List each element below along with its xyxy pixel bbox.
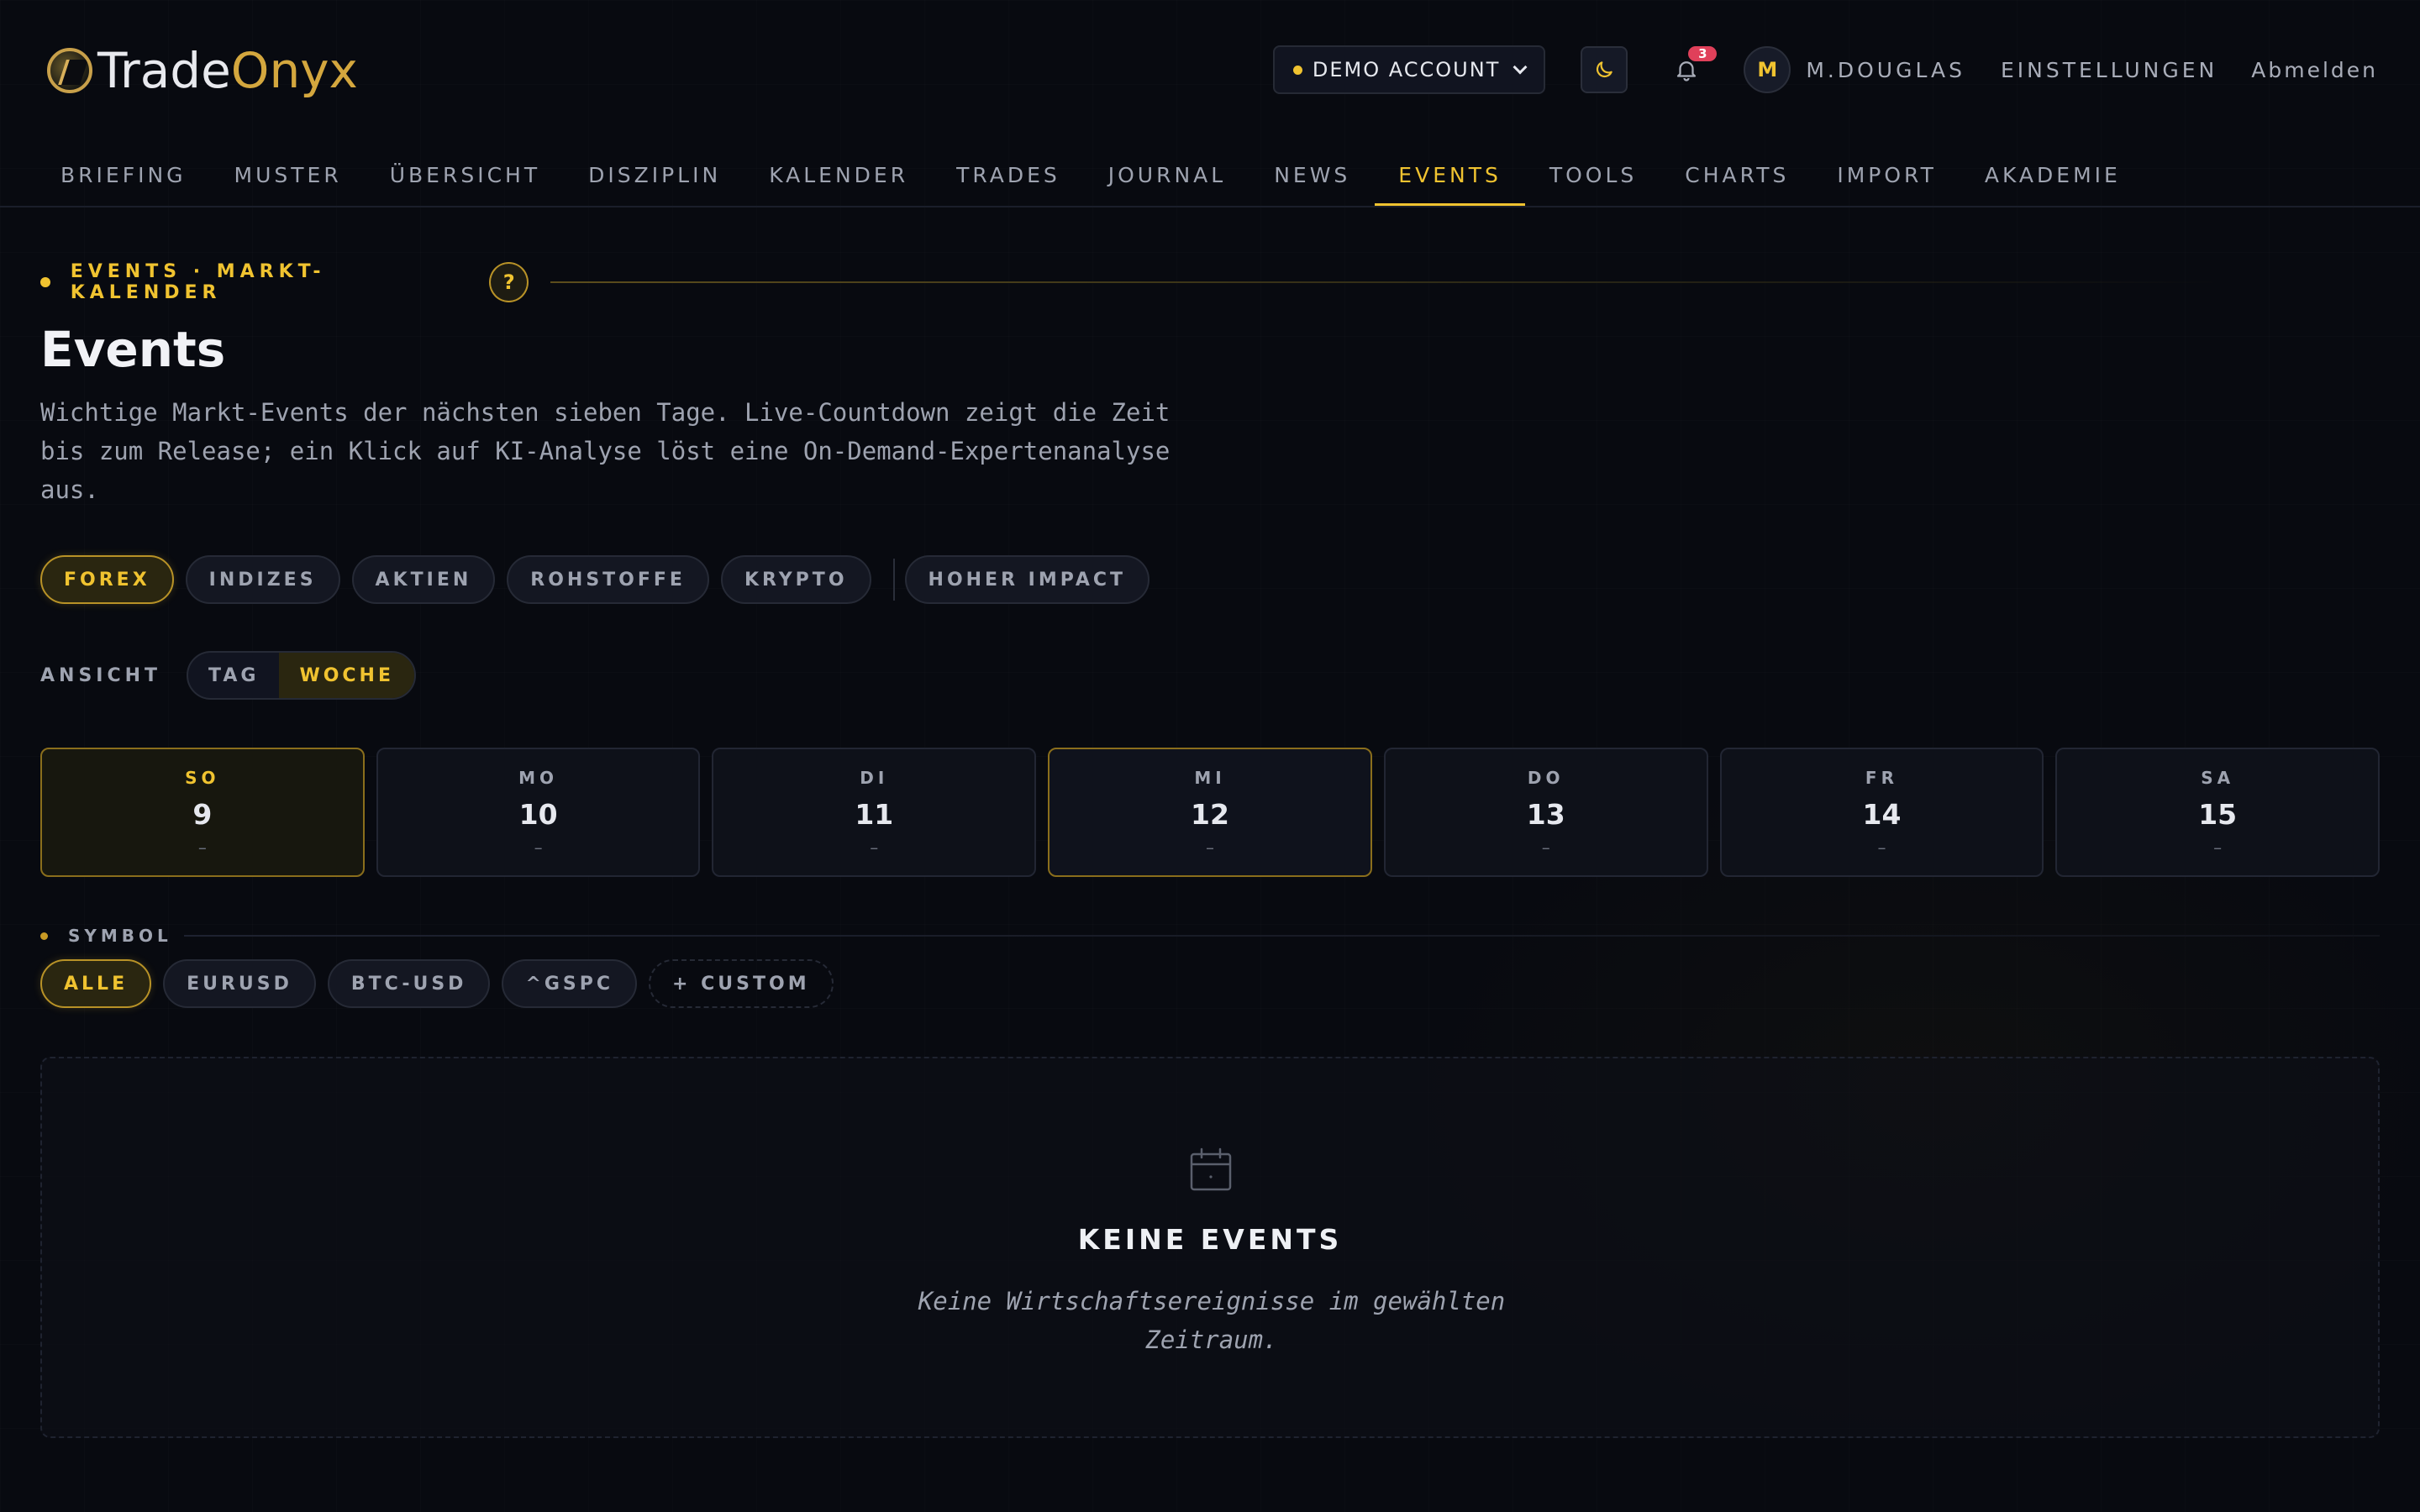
day-event-count: – [2213, 837, 2223, 858]
moon-icon [1597, 61, 1613, 78]
day-card-wed[interactable]: MI 12 – [1048, 748, 1372, 877]
nav-tab-journal[interactable]: JOURNAL [1085, 143, 1249, 207]
symbol-chip-eurusd[interactable]: EURUSD [163, 959, 316, 1008]
week-day-strip: SO 9 – MO 10 – DI 11 – MI 12 – DO 13 – F… [40, 748, 2381, 877]
symbol-chip-all[interactable]: ALLE [40, 959, 152, 1008]
filter-chip-rohstoffe[interactable]: ROHSTOFFE [507, 555, 709, 604]
empty-state-text: Keine Wirtschaftsereignisse im gewählten… [918, 1287, 1506, 1354]
filter-chip-aktien[interactable]: AKTIEN [351, 555, 496, 604]
filter-chip-high-impact[interactable]: HOHER IMPACT [904, 555, 1150, 604]
filter-chip-krypto[interactable]: KRYPTO [720, 555, 871, 604]
view-toggle-row: ANSICHT TAG WOCHE [40, 650, 416, 701]
symbol-dot [40, 932, 48, 940]
symbol-section-header: SYMBOL [40, 924, 2380, 948]
avatar[interactable]: M [1744, 46, 1791, 93]
chevron-down-icon [1512, 60, 1528, 75]
nav-divider [0, 206, 2420, 207]
nav-tab-uebersicht[interactable]: ÜBERSICHT [366, 143, 564, 207]
theme-toggle-button[interactable] [1581, 46, 1628, 93]
main-nav: BRIEFING MUSTER ÜBERSICHT DISZIPLIN KALE… [37, 143, 2145, 207]
day-card-fri[interactable]: FR 14 – [1719, 748, 2044, 877]
account-status-dot [1292, 65, 1302, 75]
notification-badge: 3 [1688, 46, 1718, 61]
day-number: 9 [192, 797, 213, 831]
filter-chip-indizes[interactable]: INDIZES [185, 555, 340, 604]
nav-tab-disziplin[interactable]: DISZIPLIN [565, 143, 744, 207]
symbol-filters: ALLE EURUSD BTC-USD ^GSPC + CUSTOM [40, 958, 845, 1010]
day-number: 15 [2198, 797, 2238, 831]
app-logo[interactable]: TradeOnyx [47, 42, 358, 99]
symbol-label: SYMBOL [68, 926, 172, 946]
day-name: SA [2201, 767, 2235, 788]
symbol-chip-btcusd[interactable]: BTC-USD [327, 959, 491, 1008]
symbol-chip-gspc[interactable]: ^GSPC [502, 959, 638, 1008]
day-card-sun[interactable]: SO 9 – [40, 748, 365, 877]
page-title: Events [40, 321, 226, 378]
day-event-count: – [534, 837, 543, 858]
day-name: FR [1865, 767, 1898, 788]
day-card-thu[interactable]: DO 13 – [1383, 748, 1708, 877]
day-card-mon[interactable]: MO 10 – [376, 748, 701, 877]
logo-mark-icon [47, 48, 92, 93]
nav-tab-briefing[interactable]: BRIEFING [37, 143, 210, 207]
day-name: SO [185, 767, 220, 788]
view-day-button[interactable]: TAG [188, 653, 279, 698]
day-name: MO [518, 767, 559, 788]
nav-tab-events[interactable]: EVENTS [1375, 143, 1525, 207]
nav-tab-muster[interactable]: MUSTER [211, 143, 366, 207]
day-number: 12 [1191, 797, 1229, 831]
day-event-count: – [1206, 837, 1215, 858]
view-toggle: TAG WOCHE [187, 651, 416, 700]
view-week-button[interactable]: WOCHE [279, 653, 414, 698]
add-custom-symbol-button[interactable]: + CUSTOM [649, 959, 834, 1008]
category-filters: FOREX INDIZES AKTIEN ROHSTOFFE KRYPTO HO… [40, 554, 1161, 605]
day-event-count: – [197, 837, 207, 858]
notifications-button[interactable]: 3 [1663, 46, 1718, 93]
breadcrumb-label: EVENTS · MARKT-KALENDER [70, 261, 326, 303]
day-number: 13 [1526, 797, 1565, 831]
page-description: Wichtige Markt-Events der nächsten siebe… [40, 398, 1171, 504]
day-number: 14 [1862, 797, 1902, 831]
day-card-tue[interactable]: DI 11 – [712, 748, 1037, 877]
nav-tab-trades[interactable]: TRADES [933, 143, 1084, 207]
logout-link[interactable]: Abmelden [2251, 58, 2378, 82]
view-label: ANSICHT [40, 664, 162, 686]
filter-chip-forex[interactable]: FOREX [40, 555, 174, 604]
logo-text-part2: Onyx [230, 42, 358, 99]
day-event-count: – [1541, 837, 1550, 858]
nav-tab-akademie[interactable]: AKADEMIE [1961, 143, 2144, 207]
day-number: 11 [855, 797, 894, 831]
day-name: DI [860, 767, 889, 788]
day-event-count: – [870, 837, 879, 858]
day-card-sat[interactable]: SA 15 – [2055, 748, 2381, 877]
breadcrumb: EVENTS · MARKT-KALENDER ? [40, 260, 2225, 304]
username[interactable]: M.DOUGLAS [1806, 58, 1965, 82]
day-event-count: – [1877, 837, 1886, 858]
nav-tab-kalender[interactable]: KALENDER [745, 143, 932, 207]
day-number: 10 [518, 797, 558, 831]
empty-state-panel: KEINE EVENTS Keine Wirtschaftsereignisse… [40, 1057, 2380, 1438]
filter-divider [892, 559, 895, 601]
calendar-icon [1190, 1147, 1232, 1191]
nav-tab-news[interactable]: NEWS [1250, 143, 1374, 207]
nav-tab-charts[interactable]: CHARTS [1661, 143, 1812, 207]
help-button[interactable]: ? [489, 262, 529, 302]
nav-tab-import[interactable]: IMPORT [1813, 143, 1960, 207]
account-label: DEMO ACCOUNT [1312, 58, 1501, 81]
day-name: DO [1527, 767, 1565, 788]
nav-tab-tools[interactable]: TOOLS [1526, 143, 1660, 207]
breadcrumb-line [550, 281, 2225, 283]
day-name: MI [1194, 767, 1226, 788]
symbol-divider [183, 935, 2380, 937]
logo-text-part1: Trade [97, 42, 231, 99]
logo-text: TradeOnyx [97, 42, 358, 99]
settings-link[interactable]: EINSTELLUNGEN [2001, 58, 2217, 82]
breadcrumb-dot [40, 277, 50, 287]
header-tools: DEMO ACCOUNT 3 M M.DOUGLAS EINSTELLUNGEN… [1272, 44, 2378, 96]
empty-state-title: KEINE EVENTS [1077, 1223, 1343, 1256]
account-switcher-button[interactable]: DEMO ACCOUNT [1272, 45, 1546, 94]
top-bar: TradeOnyx DEMO ACCOUNT 3 M M.DOUGLAS EIN… [0, 0, 2420, 139]
